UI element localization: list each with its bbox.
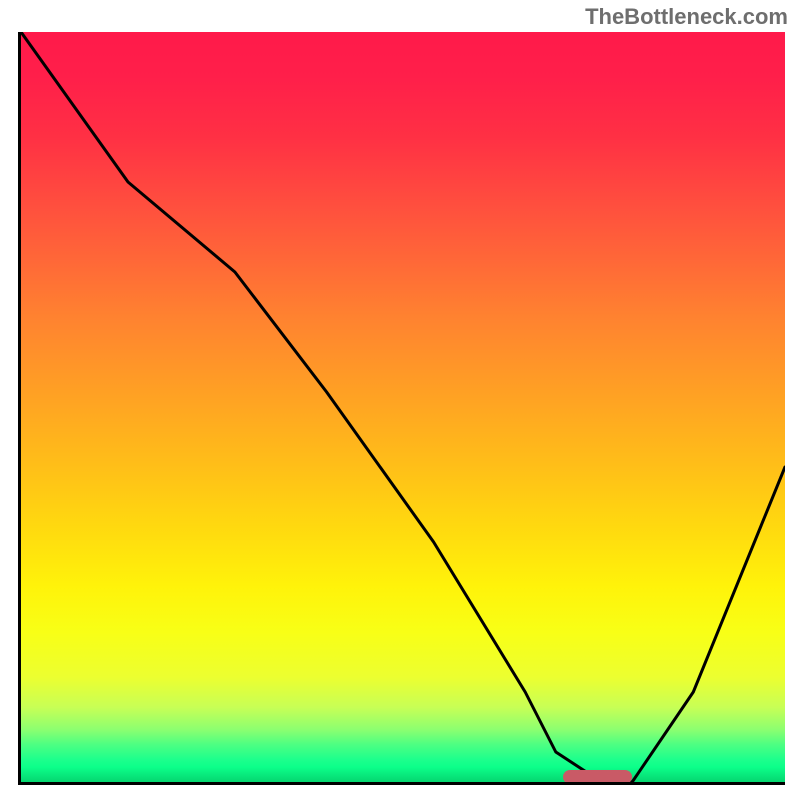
watermark-text: TheBottleneck.com [585, 4, 788, 30]
bottleneck-curve [21, 32, 785, 782]
chart-container: TheBottleneck.com [0, 0, 800, 800]
optimal-marker [563, 770, 632, 784]
plot-area [18, 32, 785, 785]
curve-layer [21, 32, 785, 782]
